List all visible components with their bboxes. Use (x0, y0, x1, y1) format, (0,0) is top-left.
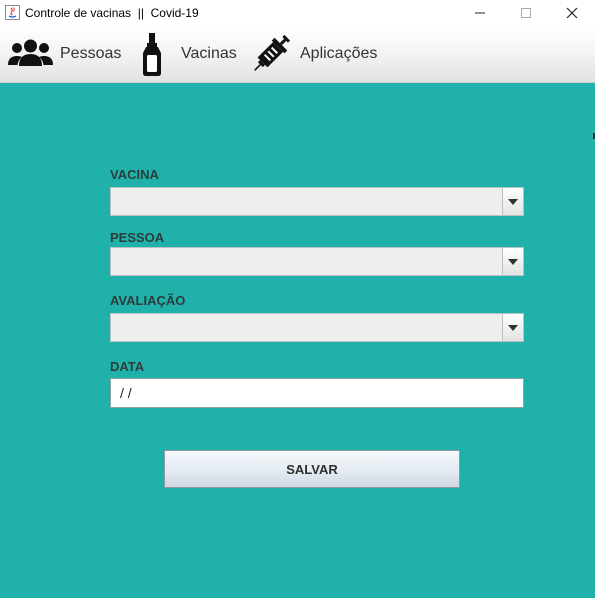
save-button[interactable]: SALVAR (164, 450, 460, 488)
vaccine-vial-icon (143, 33, 161, 76)
maximize-icon (521, 8, 531, 18)
title-bar: Controle de vacinas || Covid-19 (0, 0, 595, 26)
date-input[interactable]: / / (110, 378, 524, 408)
main-panel: VACINA PESSOA AVALIAÇÃO DATA / / SALVAR (0, 83, 595, 598)
avaliacao-combo[interactable] (110, 313, 524, 342)
menu-label-pessoas: Pessoas (60, 45, 122, 62)
menu-item-vacinas[interactable]: Vacinas (139, 26, 237, 82)
vacina-label: VACINA (110, 167, 159, 182)
java-icon (5, 5, 20, 20)
minimize-button[interactable] (457, 0, 503, 26)
pessoa-combo[interactable] (110, 247, 524, 276)
window-title: Controle de vacinas || Covid-19 (25, 6, 199, 20)
close-icon (566, 7, 578, 19)
close-button[interactable] (549, 0, 595, 26)
chevron-down-icon (508, 258, 518, 265)
data-label: DATA (110, 359, 145, 374)
chevron-down-icon (508, 198, 518, 205)
menu-label-aplicacoes: Aplicações (300, 45, 378, 62)
syringe-icon (254, 34, 291, 71)
avaliacao-dropdown-button[interactable] (502, 314, 523, 341)
menu-item-pessoas[interactable]: Pessoas (7, 26, 121, 82)
minimize-icon (475, 12, 485, 14)
chevron-down-icon (508, 324, 518, 331)
pessoa-label: PESSOA (110, 230, 165, 245)
people-icon (8, 39, 53, 66)
menu-bar: Pessoas Vacinas Aplicações (0, 26, 595, 83)
avaliacao-label: AVALIAÇÃO (110, 293, 186, 308)
maximize-button[interactable] (503, 0, 549, 26)
menu-label-vacinas: Vacinas (181, 45, 237, 62)
pessoa-dropdown-button[interactable] (502, 248, 523, 275)
menu-item-aplicacoes[interactable]: Aplicações (248, 26, 377, 82)
vacina-dropdown-button[interactable] (502, 188, 523, 215)
vacina-combo[interactable] (110, 187, 524, 216)
